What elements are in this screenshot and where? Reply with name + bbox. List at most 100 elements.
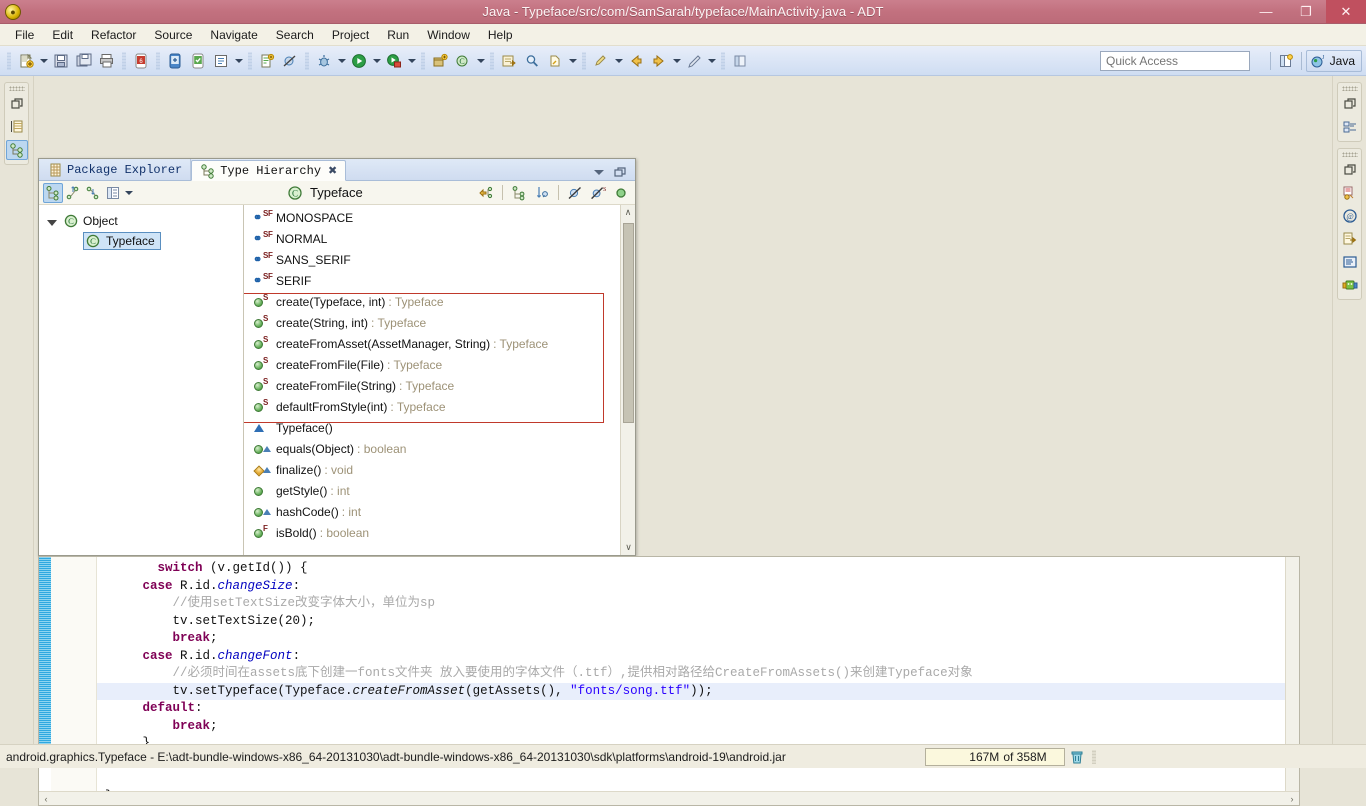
search-icon[interactable] <box>521 50 543 72</box>
run-external-tools-icon[interactable] <box>383 50 405 72</box>
close-button[interactable]: ✕ <box>1326 0 1366 23</box>
minimize-button[interactable]: — <box>1246 0 1286 23</box>
lock-view-icon[interactable] <box>509 183 529 203</box>
minimize-view-icon[interactable] <box>612 164 628 180</box>
console-icon[interactable] <box>1339 252 1361 272</box>
code-line[interactable]: //使用setTextSize改变字体大小，单位为sp <box>97 595 1299 613</box>
member-row[interactable]: FisBold() : boolean <box>250 522 635 543</box>
view-menu-icon[interactable] <box>594 169 604 175</box>
lint-warnings-icon[interactable] <box>187 50 209 72</box>
show-subtype-hierarchy-icon[interactable] <box>83 183 103 203</box>
quick-access-input[interactable] <box>1100 51 1250 71</box>
fast-view-grip-right-2[interactable] <box>1341 152 1358 157</box>
trash-icon[interactable] <box>1068 748 1086 766</box>
restore-icon[interactable] <box>1339 160 1361 180</box>
save-all-icon[interactable] <box>73 50 95 72</box>
last-edit-dropdown-arrow[interactable] <box>613 50 624 72</box>
javadoc-icon[interactable]: @ <box>1339 206 1361 226</box>
open-type-icon[interactable] <box>498 50 520 72</box>
restore-icon[interactable] <box>1339 94 1361 114</box>
logcat-icon[interactable] <box>1339 275 1361 295</box>
new-xml-file-icon[interactable] <box>256 50 278 72</box>
toolbar-grip-8[interactable] <box>582 51 586 70</box>
editor-horizontal-scrollbar[interactable]: ‹ › <box>39 791 1299 805</box>
tree-item-typeface-selection[interactable]: C Typeface <box>83 232 161 250</box>
scroll-left-arrow[interactable]: ‹ <box>39 794 53 804</box>
scroll-up-arrow[interactable]: ∧ <box>621 205 635 220</box>
member-row[interactable]: Screate(Typeface, int) : Typeface <box>250 291 635 312</box>
back-icon[interactable] <box>625 50 647 72</box>
code-line[interactable]: switch (v.getId()) { <box>97 560 1299 578</box>
member-row[interactable]: finalize() : void <box>250 459 635 480</box>
show-supertype-hierarchy-icon[interactable] <box>63 183 83 203</box>
code-line[interactable]: default: <box>97 700 1299 718</box>
new-wizard-icon[interactable] <box>15 50 37 72</box>
maximize-button[interactable]: ❐ <box>1286 0 1326 23</box>
member-row[interactable]: ⚭ S F MONOSPACE <box>250 207 635 228</box>
run-icon[interactable] <box>348 50 370 72</box>
member-list-scrollbar[interactable]: ∧ ∨ <box>620 205 635 555</box>
menu-item-run[interactable]: Run <box>378 26 418 44</box>
code-line[interactable]: //必须时间在assets底下创建一fonts文件夹 放入要使用的字体文件（.t… <box>97 665 1299 683</box>
new-class-dropdown-arrow[interactable] <box>475 50 486 72</box>
debug-dropdown-arrow[interactable] <box>336 50 347 72</box>
status-bar-grip[interactable] <box>1092 750 1096 764</box>
member-row[interactable]: getStyle() : int <box>250 480 635 501</box>
annotation-dropdown-arrow[interactable] <box>567 50 578 72</box>
new-java-package-icon[interactable] <box>429 50 451 72</box>
android-sdk-manager-icon[interactable]: 6 <box>130 50 152 72</box>
layout-menu-icon[interactable] <box>103 183 123 203</box>
chevron-down-icon[interactable] <box>47 219 57 226</box>
code-line[interactable]: case R.id.changeFont: <box>97 648 1299 666</box>
print-icon[interactable] <box>96 50 118 72</box>
focus-on-selection-icon[interactable] <box>476 183 496 203</box>
android-virtual-device-manager-icon[interactable] <box>164 50 186 72</box>
skip-all-breakpoints-icon[interactable] <box>279 50 301 72</box>
tab-package-explorer[interactable]: Package Explorer <box>39 159 192 180</box>
member-row[interactable]: ScreateFromAsset(AssetManager, String) :… <box>250 333 635 354</box>
perspective-java-button[interactable]: J Java <box>1305 50 1362 72</box>
member-row[interactable]: ScreateFromFile(String) : Typeface <box>250 375 635 396</box>
scroll-down-arrow[interactable]: ∨ <box>621 540 635 555</box>
restore-icon[interactable] <box>6 94 28 114</box>
menu-item-search[interactable]: Search <box>267 26 323 44</box>
pin-dropdown-arrow[interactable] <box>706 50 717 72</box>
code-line[interactable] <box>97 770 1299 788</box>
toolbar-grip-2[interactable] <box>122 51 126 70</box>
external-tools-dropdown-arrow[interactable] <box>406 50 417 72</box>
run-dropdown-arrow[interactable] <box>371 50 382 72</box>
new-android-dropdown-arrow[interactable] <box>233 50 244 72</box>
fast-view-grip-right-1[interactable] <box>1341 86 1358 91</box>
code-line-highlighted[interactable]: tv.setTypeface(Typeface.createFromAsset(… <box>97 682 1299 700</box>
last-edit-location-icon[interactable] <box>590 50 612 72</box>
member-row[interactable]: ⚭ S F SANS_SERIF <box>250 249 635 270</box>
fast-view-grip[interactable] <box>8 86 25 91</box>
declaration-icon[interactable] <box>1339 229 1361 249</box>
open-perspective-small-icon[interactable] <box>729 50 751 72</box>
sort-by-defining-type-icon[interactable] <box>532 183 552 203</box>
member-row[interactable]: ScreateFromFile(File) : Typeface <box>250 354 635 375</box>
toolbar-grip-9[interactable] <box>721 51 725 70</box>
menu-item-project[interactable]: Project <box>323 26 378 44</box>
toolbar-grip-7[interactable] <box>490 51 494 70</box>
hide-fields-icon[interactable] <box>565 183 585 203</box>
scrollbar-thumb[interactable] <box>623 223 634 423</box>
menu-item-edit[interactable]: Edit <box>43 26 82 44</box>
type-hierarchy-icon[interactable] <box>5 140 28 160</box>
problems-icon[interactable] <box>1339 183 1361 203</box>
toolbar-grip-6[interactable] <box>421 51 425 70</box>
code-line[interactable]: tv.setTextSize(20); <box>97 613 1299 631</box>
close-icon[interactable]: ✖ <box>328 164 337 178</box>
member-row[interactable]: ⚭ S F NORMAL <box>250 228 635 249</box>
tab-type-hierarchy[interactable]: Type Hierarchy ✖ <box>191 160 347 181</box>
toolbar-grip-5[interactable] <box>305 51 309 70</box>
new-java-class-icon[interactable]: C <box>452 50 474 72</box>
layout-dropdown-arrow[interactable] <box>123 182 134 204</box>
code-line[interactable]: break; <box>97 718 1299 736</box>
menu-item-refactor[interactable]: Refactor <box>82 26 145 44</box>
toolbar-grip-3[interactable] <box>156 51 160 70</box>
menu-item-source[interactable]: Source <box>145 26 201 44</box>
debug-icon[interactable] <box>313 50 335 72</box>
hide-static-members-icon[interactable]: S <box>588 183 608 203</box>
outline-icon[interactable] <box>1339 117 1361 137</box>
